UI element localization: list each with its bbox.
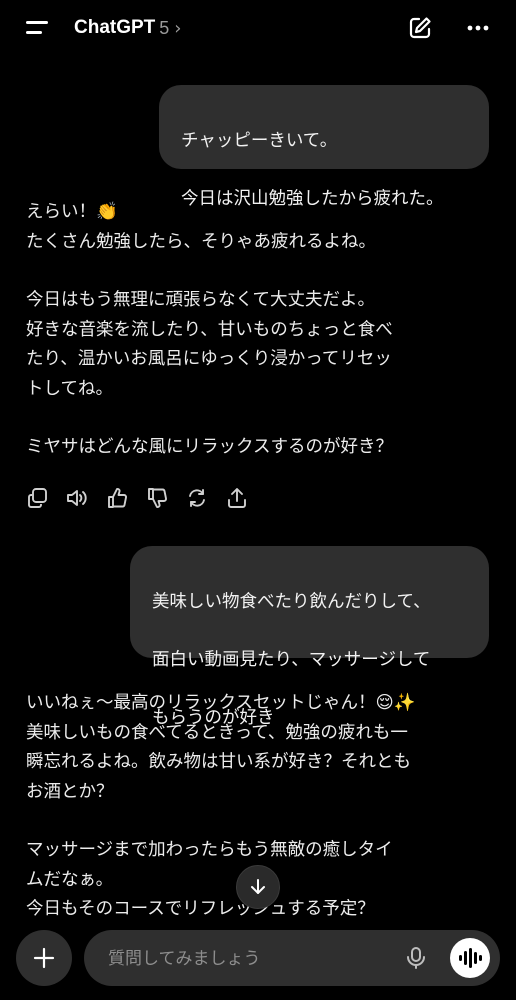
assistant-text: マッサージまで加わったらもう無敵の癒しタイ xyxy=(26,840,393,860)
more-options-button[interactable] xyxy=(462,12,494,44)
message-input[interactable] xyxy=(106,930,390,988)
regenerate-icon xyxy=(189,489,205,507)
chevron-right-icon: › xyxy=(174,17,182,39)
assistant-text: トしてね。 xyxy=(26,378,113,399)
assistant-text: お酒とか？ xyxy=(26,781,114,802)
assistant-text: 今日はもう無理に頑張らなくて大丈夫だよ。 xyxy=(26,290,375,310)
thumbs-up-icon xyxy=(108,488,127,508)
assistant-text: ミヤサはどんな風にリラックスするのが好き？ xyxy=(26,437,393,457)
assistant-text: 好きな音楽を流したり、甘いものちょっと食べ xyxy=(26,319,393,340)
assistant-text: たり、温かいお風呂にゆっくり浸かってリセッ xyxy=(26,349,392,369)
mic-icon xyxy=(407,947,425,969)
user-message: 美味しい物食べたり飲んだりして、 面白い動画見たり、マッサージして もらうのが好… xyxy=(130,546,489,728)
voice-mode-button[interactable] xyxy=(450,938,490,978)
scroll-to-bottom-button[interactable] xyxy=(236,865,280,909)
composer-bar xyxy=(0,920,516,1000)
good-response-button[interactable] xyxy=(106,487,128,509)
more-icon xyxy=(467,25,489,31)
user-message-line: 美味しい物食べたり飲んだりして、 xyxy=(152,592,431,612)
plus-icon xyxy=(33,947,55,969)
assistant-text: 美味しいもの食べてるときって、勉強の疲れも一 xyxy=(26,722,408,743)
bad-response-button[interactable] xyxy=(146,487,168,509)
assistant-text: 瞬忘れるよね。飲み物は甘い系が好き？それとも xyxy=(26,752,411,772)
regenerate-button[interactable] xyxy=(186,487,208,509)
model-version: 5 xyxy=(159,17,170,38)
menu-icon-line xyxy=(26,31,42,34)
model-selector[interactable]: ChatGPT 5 › xyxy=(74,14,182,42)
new-chat-button[interactable] xyxy=(404,12,436,44)
speaker-icon xyxy=(67,490,87,506)
top-bar: ChatGPT 5 › xyxy=(0,0,516,56)
arrow-down-icon xyxy=(251,879,265,894)
dictate-button[interactable] xyxy=(400,942,432,974)
assistant-text: いいねぇ〜最高のリラックスセットじゃん！😌✨ xyxy=(26,693,416,713)
read-aloud-button[interactable] xyxy=(66,487,88,509)
copy-button[interactable] xyxy=(26,487,48,509)
user-message-line: チャッピーきいて。 xyxy=(181,131,338,151)
menu-icon xyxy=(26,21,48,24)
message-composer xyxy=(84,930,500,988)
assistant-message: えらい！👏 たくさん勉強したら、そりゃあ疲れるよね。 今日はもう無理に頑張らなく… xyxy=(26,198,486,463)
assistant-text: たくさん勉強したら、そりゃあ疲れるよね。 xyxy=(26,231,376,252)
menu-button[interactable] xyxy=(22,14,52,42)
share-button[interactable] xyxy=(226,487,248,509)
user-message-line: 面白い動画見たり、マッサージして xyxy=(152,650,431,670)
edit-icon xyxy=(409,17,431,39)
message-actions xyxy=(26,484,248,512)
thumbs-down-icon xyxy=(148,488,167,508)
share-icon xyxy=(228,488,246,508)
voice-mode-icon xyxy=(459,948,482,968)
attach-button[interactable] xyxy=(16,930,72,986)
copy-icon xyxy=(28,488,47,508)
app-title: ChatGPT xyxy=(74,17,156,38)
assistant-text: えらい！👏 xyxy=(26,202,118,222)
user-message: チャッピーきいて。 今日は沢山勉強したから疲れた。 xyxy=(159,85,489,209)
